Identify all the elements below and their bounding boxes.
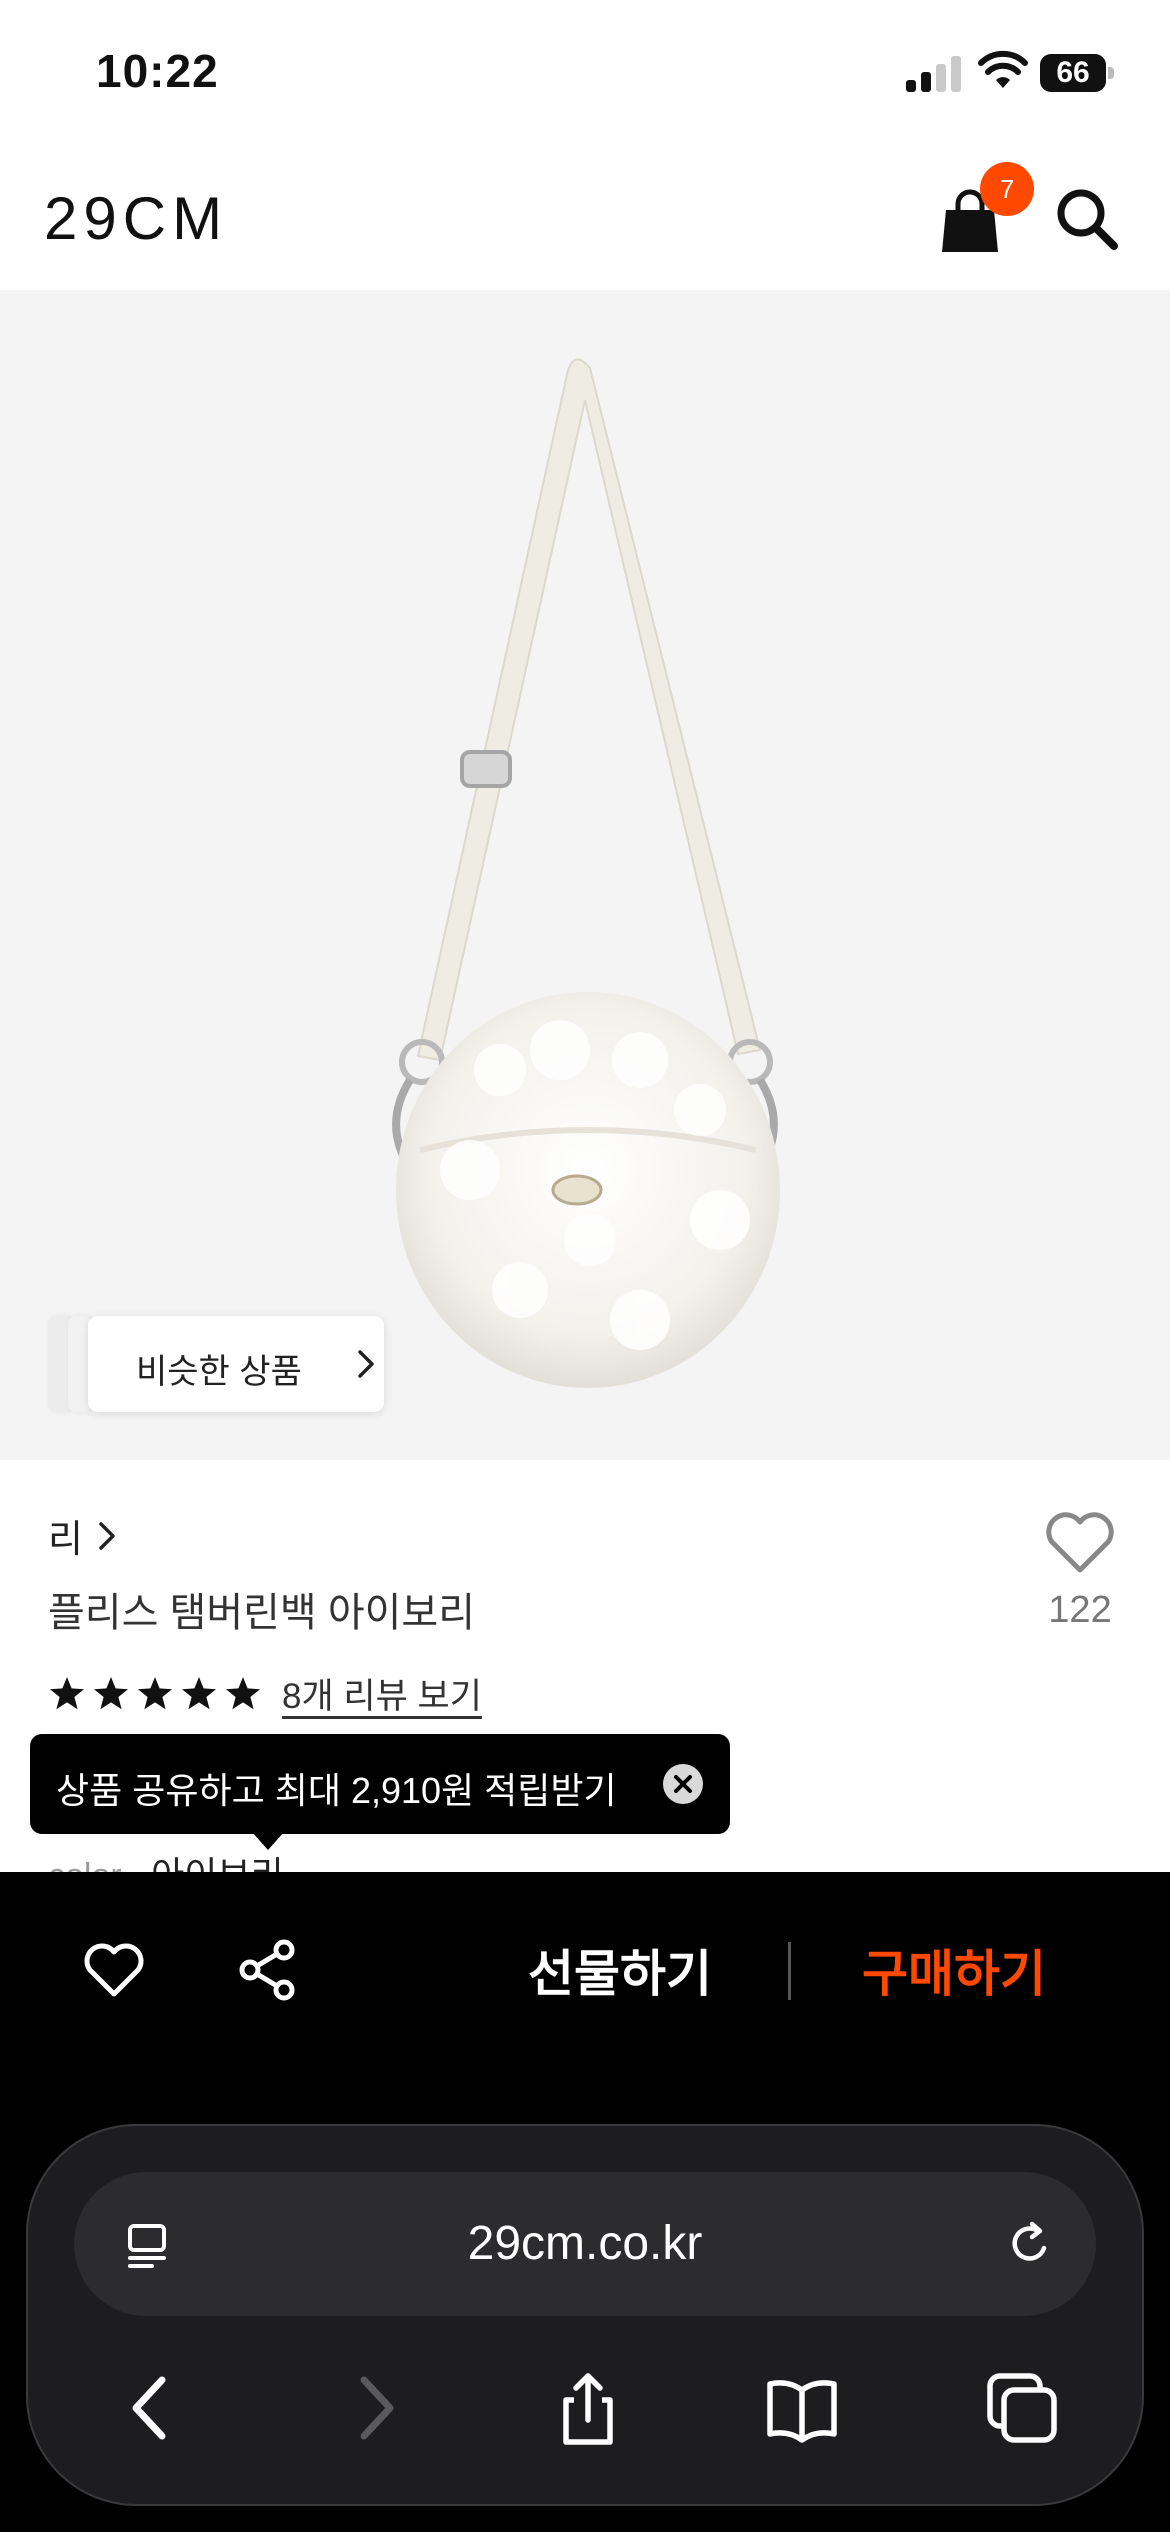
wifi-icon (978, 50, 1028, 88)
app-header: 29CM 7 (0, 140, 1170, 290)
star-icon (226, 1676, 260, 1709)
tabs-icon[interactable] (982, 2368, 1062, 2448)
bookmarks-icon[interactable] (762, 2368, 842, 2448)
url-text: 29cm.co.kr (467, 2217, 703, 2270)
chevron-right-icon (358, 1350, 374, 1378)
share-icon[interactable] (236, 1938, 300, 2002)
tooltip-text: 상품 공유하고 최대 2,910원 적립받기 (56, 1770, 617, 1811)
star-icon (182, 1676, 216, 1709)
address-bar[interactable]: 29cm.co.kr (74, 2172, 1096, 2316)
divider (788, 1942, 791, 2000)
star-icon (138, 1676, 172, 1709)
brand-link[interactable]: 리 (48, 1508, 117, 1563)
reload-icon[interactable] (1004, 2218, 1056, 2270)
similar-products-button[interactable]: 비슷한 상품 (48, 1316, 384, 1412)
product-title: 플리스 탬버린백 아이보리 (48, 1591, 476, 1635)
cellular-signal-icon (906, 56, 962, 92)
search-icon[interactable] (1052, 184, 1122, 254)
forward-icon[interactable] (334, 2368, 414, 2448)
back-icon[interactable] (112, 2368, 192, 2448)
battery-icon: 66 (1040, 54, 1114, 92)
share-icon[interactable] (548, 2368, 628, 2448)
tooltip-arrow (252, 1832, 284, 1850)
like-button[interactable]: 122 (1030, 1510, 1130, 1632)
purchase-action-bar: 선물하기 구매하기 29cm.co.kr (0, 1872, 1170, 2532)
status-time: 10:22 (96, 45, 219, 97)
product-image[interactable]: 비슷한 상품 (0, 290, 1170, 1460)
screen: 10:22 66 29CM 7 비슷한 상품 리 플리스 탬버린백 아이보리 1… (0, 0, 1170, 2532)
heart-icon[interactable] (82, 1942, 146, 2000)
star-icon (94, 1676, 128, 1709)
browser-toolbar: 29cm.co.kr (26, 2124, 1144, 2506)
bag-photo (392, 358, 780, 1388)
buy-button[interactable]: 구매하기 (862, 1934, 1046, 2006)
cart-count-badge: 7 (980, 162, 1034, 216)
close-icon[interactable] (662, 1763, 704, 1805)
heart-icon (1046, 1512, 1114, 1573)
browser-nav-row (28, 2348, 1142, 2468)
star-icon (50, 1676, 84, 1709)
chevron-right-icon (99, 1521, 115, 1550)
like-count: 122 (1048, 1589, 1112, 1631)
similar-products-label: 비슷한 상품 (136, 1353, 302, 1391)
gift-button[interactable]: 선물하기 (528, 1934, 712, 2006)
rating-row: 8개 리뷰 보기 (48, 1668, 482, 1719)
logo[interactable]: 29CM (44, 184, 228, 253)
status-bar: 10:22 66 (0, 0, 1170, 140)
star-rating (48, 1675, 268, 1713)
review-link[interactable]: 8개 리뷰 보기 (282, 1668, 482, 1719)
battery-level: 66 (1040, 54, 1106, 92)
share-reward-tooltip: 상품 공유하고 최대 2,910원 적립받기 (30, 1734, 730, 1834)
brand-name: 리 (48, 1519, 83, 1561)
